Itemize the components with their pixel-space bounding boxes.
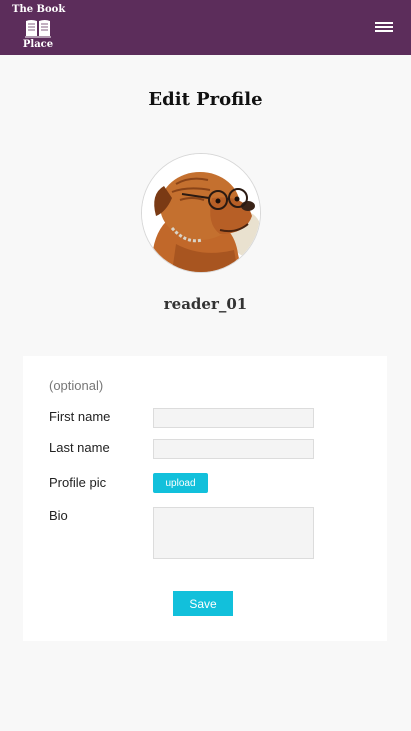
save-button[interactable]: Save <box>173 591 233 616</box>
hamburger-menu-icon[interactable] <box>375 20 395 34</box>
avatar[interactable] <box>141 153 261 273</box>
first-name-label: First name <box>49 409 111 424</box>
app-header: The Book Place <box>0 0 411 55</box>
optional-note: (optional) <box>49 378 104 393</box>
bio-label: Bio <box>49 508 68 523</box>
bio-field[interactable] <box>153 507 314 559</box>
username: reader_01 <box>163 295 248 313</box>
last-name-field[interactable] <box>153 439 314 459</box>
first-name-field[interactable] <box>153 408 314 428</box>
dog-with-glasses-image <box>142 154 260 272</box>
last-name-label: Last name <box>49 440 110 455</box>
profile-form: (optional) First name Last name Profile … <box>23 356 387 641</box>
open-book-icon <box>25 20 51 38</box>
logo-text-bottom: Place <box>22 39 54 50</box>
page-title: Edit Profile <box>148 89 263 110</box>
upload-button[interactable]: upload <box>153 473 208 493</box>
logo-text-top: The Book <box>12 4 66 15</box>
logo[interactable]: The Book Place <box>12 4 66 52</box>
profile-pic-label: Profile pic <box>49 475 107 490</box>
